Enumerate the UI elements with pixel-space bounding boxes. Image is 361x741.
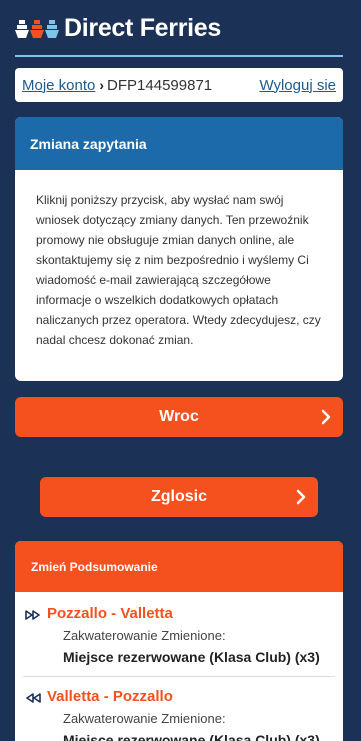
route-item: Pozzallo - Valletta Zakwaterowanie Zmien… (23, 592, 335, 677)
ferry-icon (45, 19, 59, 38)
my-account-link[interactable]: Moje konto (22, 77, 95, 94)
route-title: Pozzallo - Valletta (47, 605, 173, 622)
route-change-value: Miejsce rezerwowane (Klasa Club) (x3) (63, 649, 320, 665)
change-request-card: Zmiana zapytania Kliknij poniższy przyci… (15, 117, 343, 381)
submit-button-label: Zglosic (150, 488, 207, 505)
back-button-label: Wroc (159, 408, 199, 425)
logout-link[interactable]: Wyloguj sie (259, 77, 336, 94)
chevron-right-icon: › (99, 77, 105, 93)
route-change-label: Zakwaterowanie Zmienione: (63, 628, 226, 643)
change-summary-card: Zmień Podsumowanie Pozzallo - Valletta Z… (15, 541, 343, 741)
ferry-icon (30, 19, 44, 38)
route-title: Valletta - Pozzallo (47, 688, 173, 705)
change-request-body: Kliknij poniższy przycisk, aby wysłać na… (36, 193, 321, 347)
site-header: Direct Ferries (0, 0, 361, 57)
chevron-right-icon (321, 409, 331, 425)
route-change-label: Zakwaterowanie Zmienione: (63, 711, 226, 726)
booking-reference: DFP144599871 (107, 76, 213, 94)
change-summary-title: Zmień Podsumowanie (15, 541, 343, 592)
change-request-title: Zmiana zapytania (15, 117, 343, 170)
outbound-arrow-icon (25, 610, 40, 620)
ferry-icon (15, 19, 29, 38)
submit-button[interactable]: Zglosic (40, 477, 318, 517)
route-change-value: Miejsce rezerwowane (Klasa Club) (x3) (63, 732, 320, 741)
route-item: Valletta - Pozzallo Zakwaterowanie Zmien… (23, 677, 335, 741)
brand-name[interactable]: Direct Ferries (64, 14, 221, 43)
breadcrumb: Moje konto › DFP144599871 Wyloguj sie (15, 68, 343, 102)
header-divider (15, 55, 343, 57)
back-button[interactable]: Wroc (15, 397, 343, 437)
return-arrow-icon (26, 693, 41, 703)
chevron-right-icon (296, 489, 306, 505)
brand-logo[interactable] (15, 19, 59, 39)
